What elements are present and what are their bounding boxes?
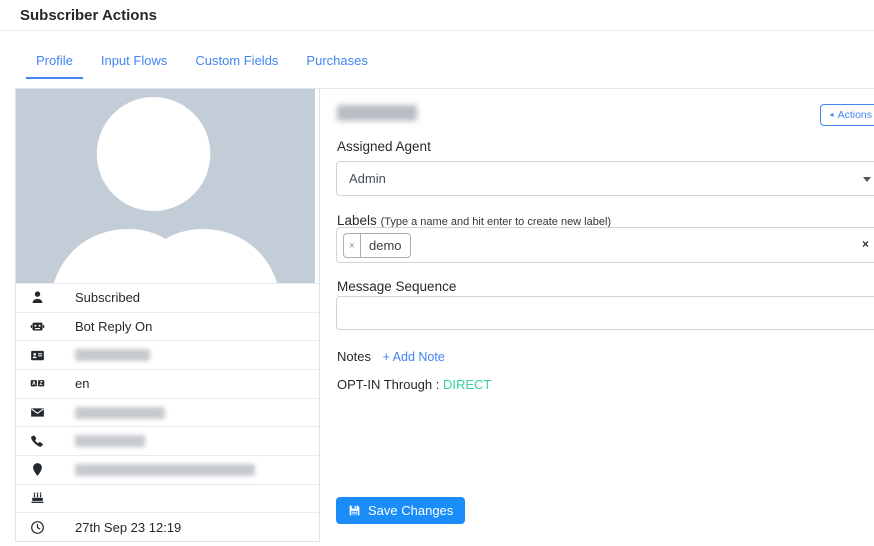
user-icon bbox=[30, 290, 45, 305]
assigned-agent-select[interactable]: Admin bbox=[336, 161, 874, 196]
assigned-agent-value: Admin bbox=[337, 162, 874, 195]
svg-text:A: A bbox=[32, 381, 36, 387]
caret-left-icon: ◂ bbox=[830, 111, 834, 119]
actions-button-label: Actions bbox=[838, 109, 872, 121]
info-row-location bbox=[16, 455, 319, 484]
birthday-icon bbox=[30, 491, 45, 506]
info-row-label: 27th Sep 23 12:19 bbox=[75, 520, 181, 535]
message-sequence-label: Message Sequence bbox=[337, 279, 456, 294]
phone-icon bbox=[30, 434, 45, 449]
subscriber-info-list: Subscribed Bot Reply On AZ bbox=[16, 283, 319, 541]
bot-icon bbox=[30, 319, 45, 334]
tag-text: demo bbox=[361, 234, 410, 257]
optin-row: OPT-IN Through : DIRECT bbox=[337, 377, 491, 392]
clock-icon bbox=[30, 520, 45, 535]
notes-label: Notes bbox=[337, 349, 371, 364]
info-row-language: AZ en bbox=[16, 369, 319, 398]
subscriber-info-card: Subscribed Bot Reply On AZ bbox=[15, 88, 320, 542]
redacted-value bbox=[75, 435, 145, 447]
email-icon bbox=[30, 405, 45, 420]
subscriber-actions-page: Subscriber Actions Profile Input Flows C… bbox=[0, 0, 874, 546]
label-tag: × demo bbox=[343, 233, 411, 258]
info-row-bot-reply: Bot Reply On bbox=[16, 312, 319, 341]
info-row-email bbox=[16, 398, 319, 427]
info-row-label: Bot Reply On bbox=[75, 319, 152, 334]
notes-row: Notes + Add Note bbox=[337, 349, 445, 364]
subscriber-name-redacted bbox=[337, 105, 417, 121]
person-placeholder-icon bbox=[16, 89, 315, 283]
floppy-save-icon bbox=[348, 504, 361, 517]
optin-label: OPT-IN Through : bbox=[337, 377, 439, 392]
info-row-created: 27th Sep 23 12:19 bbox=[16, 512, 319, 541]
location-icon bbox=[30, 462, 45, 477]
tab-custom-fields[interactable]: Custom Fields bbox=[185, 49, 288, 79]
labels-input[interactable]: × demo × bbox=[336, 227, 874, 263]
language-icon: AZ bbox=[30, 376, 45, 391]
clear-labels-icon[interactable]: × bbox=[862, 237, 869, 251]
info-row-label: Subscribed bbox=[75, 290, 140, 305]
page-title: Subscriber Actions bbox=[20, 7, 157, 24]
save-changes-button[interactable]: Save Changes bbox=[336, 497, 465, 524]
add-note-link[interactable]: + Add Note bbox=[383, 350, 445, 364]
tag-remove-icon[interactable]: × bbox=[344, 234, 361, 257]
tab-bar: Profile Input Flows Custom Fields Purcha… bbox=[22, 49, 382, 79]
tab-purchases[interactable]: Purchases bbox=[296, 49, 377, 79]
labels-label: Labels (Type a name and hit enter to cre… bbox=[337, 213, 611, 228]
tab-input-flows[interactable]: Input Flows bbox=[91, 49, 177, 79]
optin-value: DIRECT bbox=[443, 377, 491, 392]
info-row-id bbox=[16, 340, 319, 369]
redacted-value bbox=[75, 349, 150, 361]
chevron-down-icon bbox=[863, 177, 871, 182]
avatar bbox=[16, 89, 315, 283]
id-card-icon bbox=[30, 348, 45, 363]
save-changes-label: Save Changes bbox=[368, 503, 453, 518]
info-row-status: Subscribed bbox=[16, 283, 319, 312]
message-sequence-input[interactable] bbox=[336, 296, 874, 330]
labels-label-text: Labels bbox=[337, 213, 377, 228]
info-row-label: en bbox=[75, 376, 89, 391]
assigned-agent-label: Assigned Agent bbox=[337, 139, 431, 154]
tab-content: Subscribed Bot Reply On AZ bbox=[15, 88, 874, 546]
info-row-phone bbox=[16, 426, 319, 455]
header-bar: Subscriber Actions bbox=[0, 0, 874, 31]
redacted-value bbox=[75, 464, 255, 476]
info-row-birthday bbox=[16, 484, 319, 513]
redacted-value bbox=[75, 407, 165, 419]
actions-button[interactable]: ◂ Actions bbox=[820, 104, 874, 126]
subscriber-form: ◂ Actions Assigned Agent Admin Labels (T… bbox=[330, 89, 874, 546]
tab-profile[interactable]: Profile bbox=[26, 49, 83, 79]
